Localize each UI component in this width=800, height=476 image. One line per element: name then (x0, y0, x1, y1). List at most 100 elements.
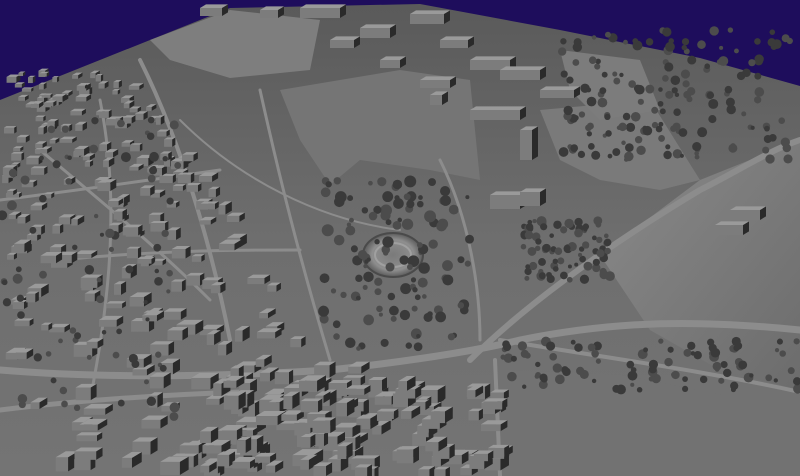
tree-17 (658, 87, 663, 92)
tree-98 (624, 157, 629, 162)
building-344 (483, 398, 508, 410)
tree-58 (585, 124, 592, 132)
building-350 (300, 4, 346, 19)
tree-39 (678, 128, 688, 137)
building-86 (106, 301, 126, 309)
tree-501 (16, 294, 24, 302)
tree-216 (320, 187, 331, 198)
tree-103 (769, 29, 776, 35)
building-189 (27, 75, 36, 84)
tree-339 (592, 258, 600, 266)
tree-276 (357, 249, 368, 260)
tree-359 (525, 223, 534, 231)
tree-447 (627, 370, 638, 381)
tree-371 (682, 376, 688, 382)
tree-358 (524, 275, 530, 281)
building-295 (354, 464, 372, 476)
tree-247 (374, 239, 380, 245)
tree-239 (418, 195, 423, 200)
building-96 (177, 172, 195, 184)
building-153 (26, 291, 39, 303)
building-362 (430, 91, 448, 105)
tree-9 (612, 148, 621, 157)
tree-91 (625, 143, 634, 152)
tree-391 (749, 373, 754, 378)
terrain-scene[interactable] (0, 0, 800, 476)
tree-433 (612, 384, 621, 393)
tree-521 (154, 268, 160, 274)
tree-284 (593, 216, 603, 226)
tree-496 (96, 295, 105, 304)
tree-152 (748, 59, 756, 67)
tree-374 (779, 350, 786, 357)
tree-424 (595, 358, 602, 364)
tree-470 (61, 400, 68, 408)
tree-526 (105, 228, 115, 238)
tree-223 (435, 311, 447, 323)
tree-242 (377, 177, 387, 187)
tree-520 (169, 412, 179, 421)
tree-395 (687, 341, 696, 350)
tree-83 (642, 125, 648, 131)
tree-491 (67, 155, 72, 161)
tree-163 (319, 273, 330, 284)
tree-182 (333, 333, 340, 340)
map-viewport[interactable] (0, 0, 800, 476)
tree-244 (356, 346, 361, 351)
tree-202 (403, 193, 411, 201)
tree-511 (125, 265, 134, 274)
tree-90 (694, 154, 700, 160)
tree-159 (754, 72, 762, 80)
building-336 (396, 446, 419, 464)
tree-347 (540, 223, 548, 231)
tree-467 (120, 152, 131, 163)
tree-352 (524, 230, 534, 240)
tree-498 (58, 338, 63, 344)
tree-162 (390, 315, 397, 322)
tree-403 (535, 361, 541, 368)
building-284 (377, 408, 399, 419)
building-364 (330, 36, 360, 48)
tree-175 (414, 294, 421, 301)
tree-149 (607, 153, 613, 159)
tree-5 (577, 150, 586, 159)
tree-435 (708, 343, 717, 352)
tree-100 (741, 111, 747, 117)
tree-138 (754, 96, 762, 104)
tree-363 (591, 378, 597, 384)
tree-259 (416, 200, 424, 208)
tree-518 (7, 200, 17, 211)
tree-52 (780, 137, 790, 147)
building-176 (52, 76, 60, 83)
tree-497 (149, 166, 158, 175)
tree-125 (679, 153, 684, 158)
tree-81 (704, 63, 711, 70)
tree-440 (520, 349, 529, 358)
building-367 (260, 6, 284, 19)
building-186 (113, 208, 127, 220)
tree-64 (597, 97, 608, 108)
tree-459 (146, 396, 157, 406)
tree-50 (765, 154, 775, 164)
tree-74 (734, 48, 739, 54)
tree-13 (586, 96, 597, 107)
tree-137 (681, 44, 687, 51)
tree-401 (626, 360, 635, 369)
tree-412 (534, 374, 540, 379)
tree-290 (557, 257, 565, 265)
tree-428 (793, 338, 800, 345)
tree-508 (73, 404, 81, 412)
tree-336 (534, 245, 541, 252)
tree-481 (153, 243, 162, 252)
tree-229 (363, 271, 374, 283)
tree-502 (93, 213, 99, 219)
tree-116 (683, 90, 692, 99)
tree-179 (382, 191, 394, 203)
tree-451 (166, 197, 174, 205)
tree-342 (582, 241, 590, 249)
tree-180 (330, 288, 337, 294)
building-103 (35, 115, 46, 122)
tree-460 (166, 269, 173, 277)
tree-206 (411, 305, 418, 312)
tree-415 (522, 384, 527, 389)
